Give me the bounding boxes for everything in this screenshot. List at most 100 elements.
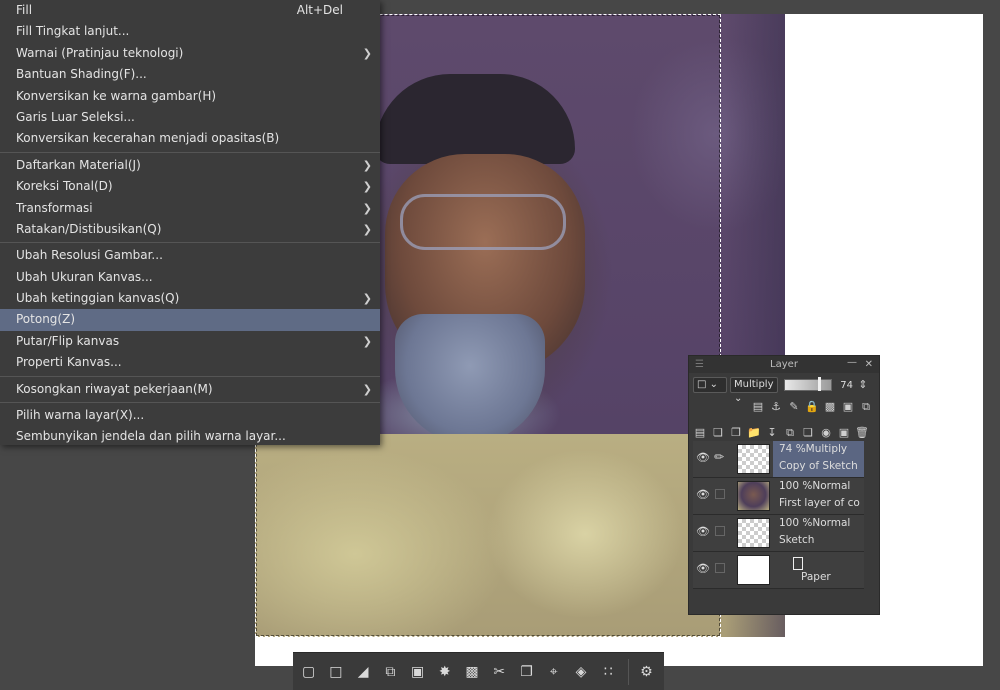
chevron-right-icon: ❯ [362,292,372,306]
layer-property-icon[interactable]: ▤ [693,426,707,440]
menu-item-tonal-correction[interactable]: Koreksi Tonal(D) ❯ [0,176,380,197]
layer-color-dropdown[interactable]: □ ⌄ [693,377,727,393]
layer-options-row: ▤ ⚓ ✎ 🔒 ▩ ▣ ⧉ [689,397,879,417]
close-icon[interactable]: ✕ [865,356,873,373]
lock-icon[interactable]: 🔒 [805,400,819,414]
cut-icon[interactable]: ✂ [490,662,509,682]
layer-thumbnail [737,481,770,511]
transfer-to-lower-icon[interactable]: ↧ [765,426,779,440]
toolbar-settings-icon[interactable]: ⚙ [637,662,656,682]
chevron-right-icon: ❯ [362,46,372,60]
chevron-right-icon: ❯ [362,201,372,215]
feather-selection-icon[interactable]: ✸ [435,662,454,682]
menu-item-advanced-fill[interactable]: Fill Tingkat lanjut... [0,21,380,42]
menu-item-label: Fill Tingkat lanjut... [16,24,130,39]
blend-mode-value: Multiply [734,379,774,390]
square-icon: □ [697,379,707,390]
duplicate-layer-icon[interactable]: ❏ [801,426,815,440]
new-raster-layer-icon[interactable]: ❏ [711,426,725,440]
eye-icon[interactable]: 👁 [695,488,711,501]
menu-item-label: Ubah Resolusi Gambar... [16,248,163,263]
menu-item-change-resolution[interactable]: Ubah Resolusi Gambar... [0,245,380,266]
select-all-icon[interactable]: □ [326,662,345,682]
menu-item-clear-history[interactable]: Kosongkan riwayat pekerjaan(M) ❯ [0,379,380,400]
menu-item-label: Properti Kanvas... [16,355,122,370]
menu-item-shading-assist[interactable]: Bantuan Shading(F)... [0,64,380,85]
menu-item-change-canvas-size[interactable]: Ubah Ukuran Kanvas... [0,267,380,288]
new-vector-layer-icon[interactable]: ❐ [729,426,743,440]
layer-info: 74 %Multiply Copy of Sketch [773,441,864,477]
menu-item-fill[interactable]: Fill Alt+Del [0,0,380,21]
menu-separator [0,151,380,153]
menu-item-crop[interactable]: Potong(Z) [0,309,380,331]
layer-item-first-layer[interactable]: 👁 100 %Normal First layer of co [693,478,864,515]
blend-mode-dropdown[interactable]: Multiply ⌄ [730,377,778,404]
menu-item-transform[interactable]: Transformasi ❯ [0,198,380,219]
layer-info: 100 %Normal First layer of co [773,478,864,514]
layer-list: 👁 ✏ 74 %Multiply Copy of Sketch 👁 100 %N… [693,441,864,589]
menu-item-colorize[interactable]: Warnai (Pratinjau teknologi) ❯ [0,43,380,64]
menu-item-canvas-properties[interactable]: Properti Kanvas... [0,352,380,373]
menu-item-register-material[interactable]: Daftarkan Material(J) ❯ [0,155,380,176]
layer-panel-titlebar[interactable]: ☰ Layer — ✕ [689,356,879,373]
layer-name: First layer of co [779,497,860,509]
crop-icon[interactable]: ⌖ [544,662,563,682]
menu-item-selection-outline[interactable]: Garis Luar Seleksi... [0,107,380,128]
edit-toggle[interactable] [715,489,725,499]
ruler-icon[interactable]: ⧉ [859,400,873,414]
mask-icon[interactable]: ▣ [841,400,855,414]
minimize-icon[interactable]: — [847,354,857,371]
reference-layer-icon[interactable]: ⚓ [769,400,783,414]
lock-transparency-icon[interactable]: ▩ [823,400,837,414]
layer-name: Sketch [779,534,815,546]
shrink-selection-icon[interactable]: ▣ [408,662,427,682]
draft-layer-icon[interactable]: ✎ [787,400,801,414]
combine-layers-icon[interactable]: ⧉ [783,426,797,440]
layer-thumbnail [737,555,770,585]
trash-icon[interactable]: 🗑 [855,426,869,440]
grip-icon[interactable]: ☰ [695,356,704,373]
apply-mask-icon[interactable]: ▣ [837,426,851,440]
layer-properties-row: □ ⌄ Multiply ⌄ 74 ⇕ [689,373,879,404]
edit-toggle[interactable] [715,563,725,573]
chevron-right-icon: ❯ [362,382,372,396]
eye-icon[interactable]: 👁 [695,562,711,575]
menu-item-change-canvas-height[interactable]: Ubah ketinggian kanvas(Q) ❯ [0,288,380,309]
layer-panel: ☰ Layer — ✕ □ ⌄ Multiply ⌄ 74 ⇕ ▤ ⚓ ✎ 🔒 … [688,355,880,615]
menu-item-label: Daftarkan Material(J) [16,157,141,172]
menu-item-rotate-flip-canvas[interactable]: Putar/Flip kanvas ❯ [0,331,380,352]
menu-separator [0,242,380,244]
edit-toggle[interactable] [715,526,725,536]
new-folder-icon[interactable]: 📁 [747,426,761,440]
fill-icon[interactable]: ◈ [571,662,590,682]
paper-layer-icon [793,557,803,570]
layer-item-paper[interactable]: 👁 Paper [693,552,864,589]
layer-thumbnail [737,518,770,548]
menu-item-hide-window-pick-color[interactable]: Sembunyikan jendela dan pilih warna laya… [0,426,380,447]
clip-lower-layer-icon[interactable]: ▤ [751,400,765,414]
clear-outside-icon[interactable]: ▩ [462,662,481,682]
invert-selection-icon[interactable]: ◢ [353,662,372,682]
eye-icon[interactable]: 👁 [695,451,711,464]
layer-item-copy-of-sketch[interactable]: 👁 ✏ 74 %Multiply Copy of Sketch [693,441,864,478]
menu-item-label: Bantuan Shading(F)... [16,67,147,82]
eye-icon[interactable]: 👁 [695,525,711,538]
screentone-icon[interactable]: ∷ [599,662,618,682]
opacity-slider-thumb[interactable] [818,377,821,391]
menu-item-label: Kosongkan riwayat pekerjaan(M) [16,381,213,396]
layer-blend-info: 74 %Multiply [779,443,848,455]
opacity-value[interactable]: 74 [835,380,853,391]
stepper-icon[interactable]: ⇕ [856,378,870,392]
menu-item-brightness-to-opacity[interactable]: Konversikan kecerahan menjadi opasitas(B… [0,128,380,149]
menu-item-pick-screen-color[interactable]: Pilih warna layar(X)... [0,405,380,426]
deselect-icon[interactable]: ▢ [299,662,318,682]
menu-item-label: Putar/Flip kanvas [16,333,120,348]
chevron-right-icon: ❯ [362,222,372,236]
opacity-slider[interactable] [784,377,832,391]
layer-item-sketch[interactable]: 👁 100 %Normal Sketch [693,515,864,552]
create-mask-icon[interactable]: ◉ [819,426,833,440]
copy-paste-icon[interactable]: ❐ [517,662,536,682]
menu-item-align-distribute[interactable]: Ratakan/Distibusikan(Q) ❯ [0,219,380,240]
menu-item-convert-drawing-color[interactable]: Konversikan ke warna gambar(H) [0,86,380,107]
expand-selection-icon[interactable]: ⧉ [381,662,400,682]
